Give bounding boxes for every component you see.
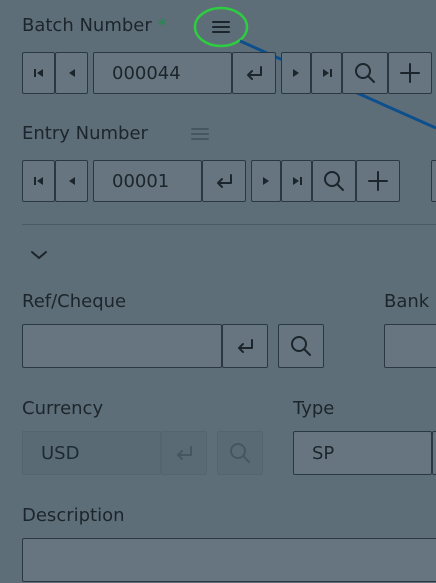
enter-icon (247, 66, 262, 80)
entry-next-button[interactable] (251, 160, 281, 202)
batch-menu-icon[interactable] (203, 13, 239, 41)
bank-input[interactable] (384, 324, 436, 368)
entry-right-field[interactable] (431, 160, 436, 202)
type-dropdown-button[interactable] (432, 431, 436, 475)
batch-number-input[interactable]: 000044 (93, 52, 232, 94)
batch-add-button[interactable] (388, 52, 432, 94)
entry-number-input[interactable]: 00001 (93, 160, 202, 202)
currency-label: Currency (22, 398, 104, 419)
last-page-icon (322, 69, 332, 77)
entry-previous-button[interactable] (55, 160, 88, 202)
batch-last-button[interactable] (311, 52, 342, 94)
currency-input[interactable]: USD (22, 431, 161, 475)
search-icon (355, 63, 375, 83)
batch-previous-button[interactable] (55, 52, 88, 94)
type-select[interactable]: SP (293, 431, 432, 475)
ref-cheque-input[interactable] (22, 324, 222, 368)
next-icon (293, 69, 299, 77)
entry-menu-icon[interactable] (186, 121, 214, 147)
entry-last-button[interactable] (281, 160, 312, 202)
entry-number-label: Entry Number (22, 123, 148, 144)
batch-next-button[interactable] (281, 52, 311, 94)
entry-enter-button[interactable] (202, 160, 246, 202)
plus-icon (400, 63, 420, 83)
batch-first-button[interactable] (22, 52, 55, 94)
previous-icon (68, 177, 75, 185)
type-label: Type (293, 398, 335, 419)
entry-search-button[interactable] (312, 160, 356, 202)
enter-icon (238, 339, 253, 353)
currency-search-button[interactable] (217, 431, 263, 475)
ref-cheque-enter-button[interactable] (222, 324, 268, 368)
chevron-down-icon (31, 251, 47, 259)
previous-icon (68, 69, 75, 77)
entry-first-button[interactable] (22, 160, 55, 202)
plus-icon (368, 171, 388, 191)
bank-label: Bank (384, 291, 430, 312)
ref-cheque-label: Ref/Cheque (22, 291, 127, 312)
search-icon (230, 443, 250, 463)
search-icon (324, 171, 344, 191)
description-label: Description (22, 505, 125, 526)
search-icon (291, 336, 311, 356)
last-page-icon (292, 177, 302, 185)
section-divider (22, 224, 436, 225)
ref-cheque-search-button[interactable] (278, 324, 324, 368)
enter-icon (177, 446, 192, 460)
description-input[interactable] (22, 538, 436, 582)
enter-icon (217, 174, 232, 188)
entry-add-button[interactable] (356, 160, 400, 202)
required-mark: * (157, 15, 167, 36)
batch-number-label: Batch Number * (22, 15, 167, 36)
currency-enter-button[interactable] (161, 431, 207, 475)
batch-search-button[interactable] (342, 52, 388, 94)
first-page-icon (33, 69, 43, 77)
batch-enter-button[interactable] (232, 52, 276, 94)
next-icon (263, 177, 269, 185)
first-page-icon (33, 177, 43, 185)
collapse-toggle[interactable] (26, 244, 52, 266)
